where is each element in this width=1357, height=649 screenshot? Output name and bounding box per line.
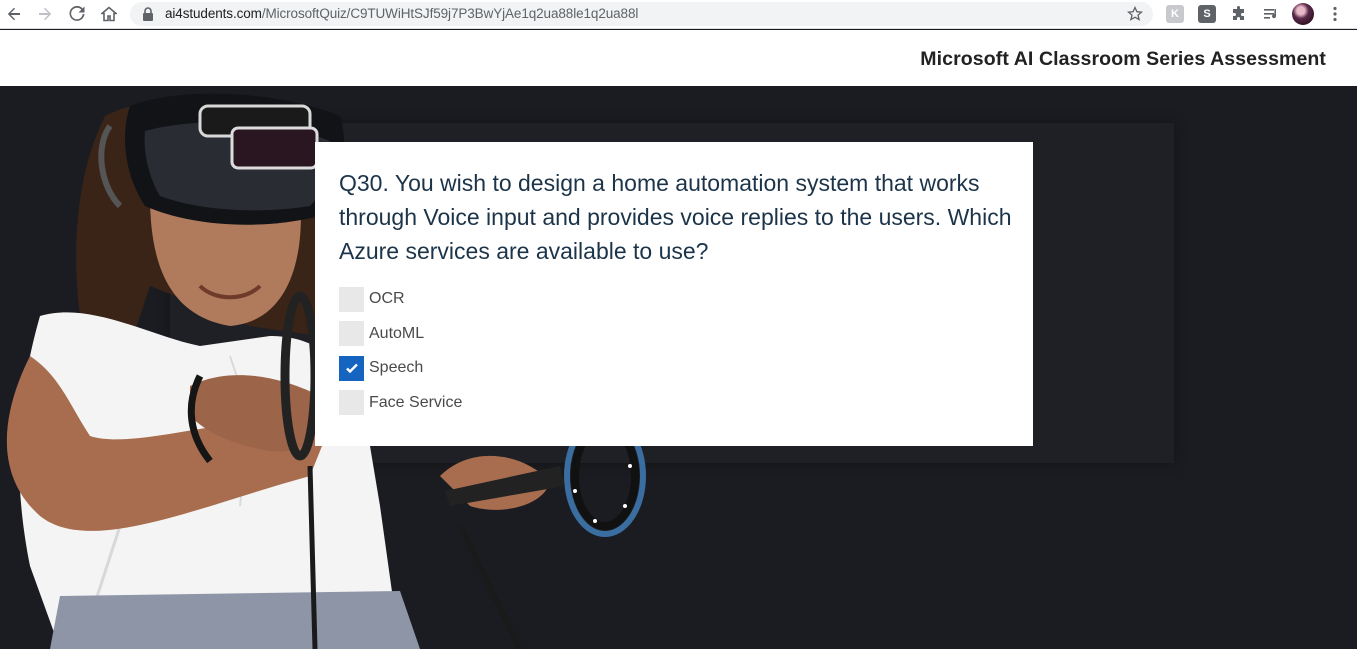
lock-icon [143,7,153,21]
site-title: Microsoft AI Classroom Series Assessment [920,48,1326,70]
site-header: Microsoft AI Classroom Series Assessment [0,30,1357,86]
answer-options: OCR AutoML Speech Face Service [339,282,462,420]
reload-button[interactable] [67,4,87,24]
extensions-puzzle-icon[interactable] [1230,5,1248,23]
checkmark-icon [345,363,358,374]
option-ocr[interactable]: OCR [339,282,462,317]
reload-icon [69,6,85,21]
quiz-card: Q30. You wish to design a home automatio… [315,142,1033,446]
option-label: Face Service [369,393,463,411]
forward-button[interactable] [35,4,55,24]
s-extension-icon[interactable]: S [1198,5,1216,23]
s-extension-label: S [1203,8,1211,20]
bookmark-star-icon[interactable] [1127,6,1143,22]
question-text: Q30. You wish to design a home automatio… [339,170,1012,264]
hero-section: Q30. You wish to design a home automatio… [0,86,1357,649]
automl-checkbox[interactable] [339,321,364,347]
k-extension-label: K [1171,8,1179,20]
url-text[interactable]: ai4students.com/MicrosoftQuiz/C9TUWiHtSJ… [165,6,638,21]
option-label: Speech [369,359,424,377]
option-face-service[interactable]: Face Service [339,386,462,421]
option-label: AutoML [369,324,425,342]
option-label: OCR [369,290,405,308]
url-path: /MicrosoftQuiz/C9TUWiHtSJf59j7P3BwYjAe1q… [261,6,639,21]
arrow-right-icon [39,7,52,21]
address-bar[interactable]: ai4students.com/MicrosoftQuiz/C9TUWiHtSJ… [130,2,1153,26]
home-icon [101,6,117,22]
browser-menu-button[interactable] [1328,4,1342,24]
browser-toolbar: ai4students.com/MicrosoftQuiz/C9TUWiHtSJ… [0,0,1357,29]
back-button[interactable] [4,4,24,24]
option-automl[interactable]: AutoML [339,317,462,352]
profile-avatar[interactable] [1292,3,1314,25]
more-vert-icon [1333,6,1337,22]
arrow-left-icon [7,7,20,21]
speech-checkbox[interactable] [339,355,364,381]
option-speech[interactable]: Speech [339,351,462,386]
url-host: ai4students.com [165,6,262,21]
reading-list-icon[interactable] [1262,5,1280,23]
face-service-checkbox[interactable] [339,390,364,416]
ocr-checkbox[interactable] [339,286,364,312]
k-extension-icon[interactable]: K [1166,5,1184,23]
home-button[interactable] [99,4,119,24]
